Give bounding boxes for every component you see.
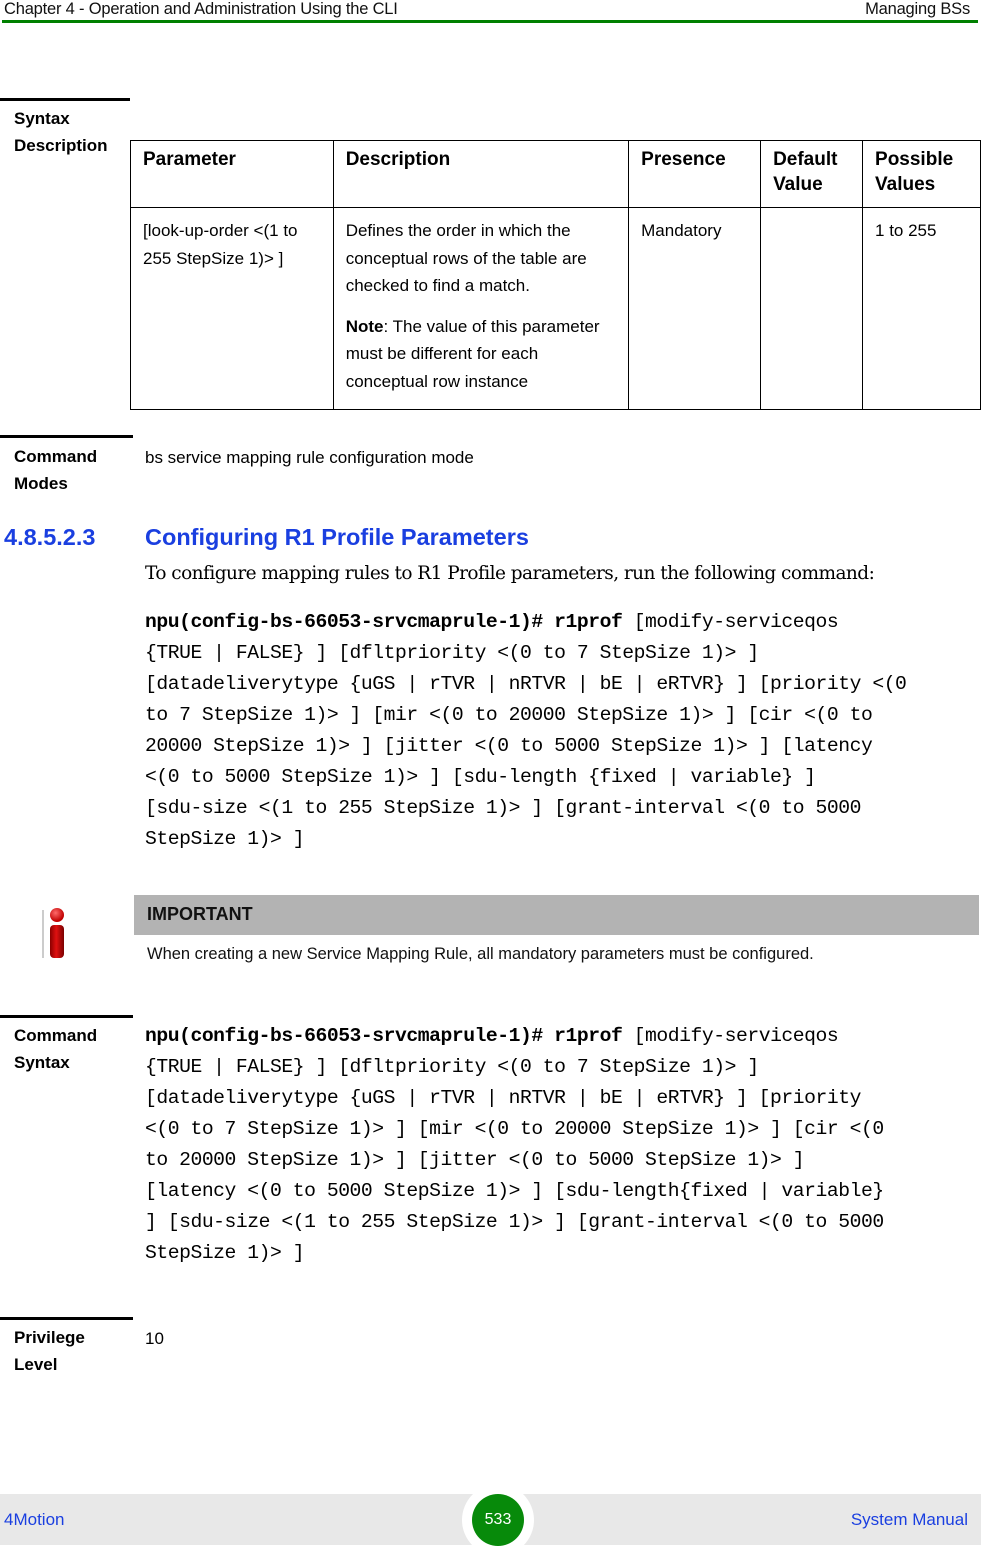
command-example-line: 20000 StepSize 1)> ] [jitter <(0 to 5000…	[145, 735, 873, 757]
command-modes-value: bs service mapping rule configuration mo…	[145, 448, 474, 467]
privilege-level-rule	[0, 1317, 133, 1320]
command-syntax-line: ] [sdu-size <(1 to 255 StepSize 1)> ] [g…	[145, 1211, 884, 1233]
syntax-description-table: Parameter Description Presence Default V…	[130, 140, 981, 410]
command-syntax-args: [modify-serviceqos	[622, 1025, 839, 1047]
command-example: npu(config-bs-66053-srvcmaprule-1)# r1pr…	[145, 607, 975, 855]
description-note: Note: The value of this parameter must b…	[346, 313, 616, 396]
page-number-badge: 533	[472, 1494, 524, 1546]
column-header-default-value: Default Value	[760, 140, 864, 208]
privilege-level-value: 10	[145, 1329, 164, 1348]
command-example-line: <(0 to 5000 StepSize 1)> ] [sdu-length {…	[145, 766, 816, 788]
footer-product-name: 4Motion	[4, 1510, 65, 1529]
command-syntax-label-line1: Command	[14, 1026, 98, 1045]
syntax-description-label: Syntax Description	[14, 105, 108, 159]
command-modes-label-line1: Command	[14, 447, 98, 466]
description-text: Defines the order in which the conceptua…	[345, 221, 587, 295]
cell-default-value	[760, 207, 864, 410]
column-header-possible-line1: Possible	[875, 149, 954, 170]
cell-description: Defines the order in which the conceptua…	[332, 207, 630, 410]
section-title: Configuring R1 Profile Parameters	[145, 524, 529, 550]
privilege-level-label-line1: Privilege	[14, 1328, 85, 1347]
command-syntax: npu(config-bs-66053-srvcmaprule-1)# r1pr…	[145, 1021, 975, 1269]
column-header-possible-line2: Values	[875, 174, 936, 195]
privilege-level-label-line2: Level	[14, 1355, 58, 1374]
command-example-line: [sdu-size <(1 to 255 StepSize 1)> ] [gra…	[145, 797, 861, 819]
command-example-line: to 7 StepSize 1)> ] [mir <(0 to 20000 St…	[145, 704, 873, 726]
important-text: When creating a new Service Mapping Rule…	[147, 945, 814, 963]
command-syntax-line: <(0 to 7 StepSize 1)> ] [mir <(0 to 2000…	[145, 1118, 884, 1140]
command-syntax-line: to 20000 StepSize 1)> ] [jitter <(0 to 5…	[145, 1149, 805, 1171]
command-syntax-prompt: npu(config-bs-66053-srvcmaprule-1)#	[145, 1025, 543, 1047]
command-example-line: {TRUE | FALSE} ] [dfltpriority <(0 to 7 …	[145, 642, 759, 664]
section-number: 4.8.5.2.3	[4, 524, 96, 550]
command-syntax-rule	[0, 1015, 133, 1018]
command-syntax-line: [latency <(0 to 5000 StepSize 1)> ] [sdu…	[145, 1180, 884, 1202]
important-header-bar	[134, 895, 979, 935]
syntax-description-label-line2: Description	[14, 136, 108, 155]
info-icon	[42, 908, 64, 958]
command-example-line: [datadeliverytype {uGS | rTVR | nRTVR | …	[145, 673, 907, 695]
column-header-default-line2: Value	[773, 174, 823, 195]
command-keyword: r1prof	[554, 611, 623, 633]
cell-parameter: [look-up-order <(1 to 255 StepSize 1)> ]	[130, 207, 334, 410]
section-intro: To configure mapping rules to R1 Profile…	[145, 563, 875, 584]
command-syntax-line: {TRUE | FALSE} ] [dfltpriority <(0 to 7 …	[145, 1056, 759, 1078]
cell-presence: Mandatory	[628, 207, 762, 410]
header-rule	[2, 20, 978, 23]
syntax-description-rule	[0, 98, 130, 101]
command-modes-rule	[0, 435, 133, 438]
command-syntax-line: StepSize 1)> ]	[145, 1242, 305, 1264]
important-title: IMPORTANT	[147, 904, 253, 924]
header-section-title: Managing BSs	[865, 0, 970, 18]
command-syntax-line: [datadeliverytype {uGS | rTVR | nRTVR | …	[145, 1087, 861, 1109]
column-header-default-line1: Default	[773, 149, 838, 170]
command-syntax-label-line2: Syntax	[14, 1053, 70, 1072]
cell-possible-values: 1 to 255	[862, 207, 981, 410]
command-syntax-keyword: r1prof	[554, 1025, 623, 1047]
table-row: [look-up-order <(1 to 255 StepSize 1)> ]…	[130, 207, 981, 410]
command-example-line: StepSize 1)> ]	[145, 828, 305, 850]
command-args: [modify-serviceqos	[622, 611, 839, 633]
column-header-presence: Presence	[628, 140, 762, 208]
table-header-row: Parameter Description Presence Default V…	[130, 140, 981, 208]
footer-document-name: System Manual	[850, 1510, 968, 1529]
note-text: : The value of this parameter must be di…	[345, 316, 600, 391]
command-syntax-label: Command Syntax	[14, 1022, 97, 1076]
privilege-level-label: Privilege Level	[14, 1324, 85, 1378]
header-chapter-title: Chapter 4 - Operation and Administration…	[4, 0, 398, 18]
syntax-description-label-line1: Syntax	[14, 109, 70, 128]
command-syntax-line-1: npu(config-bs-66053-srvcmaprule-1)# r1pr…	[145, 1021, 975, 1052]
column-header-possible-values: Possible Values	[862, 140, 981, 208]
note-label: Note	[345, 316, 384, 336]
command-example-line-1: npu(config-bs-66053-srvcmaprule-1)# r1pr…	[145, 607, 975, 638]
column-header-description: Description	[332, 140, 630, 208]
command-modes-label-line2: Modes	[14, 474, 68, 493]
command-modes-label: Command Modes	[14, 443, 97, 497]
command-prompt: npu(config-bs-66053-srvcmaprule-1)#	[145, 611, 543, 633]
column-header-parameter: Parameter	[130, 140, 334, 208]
